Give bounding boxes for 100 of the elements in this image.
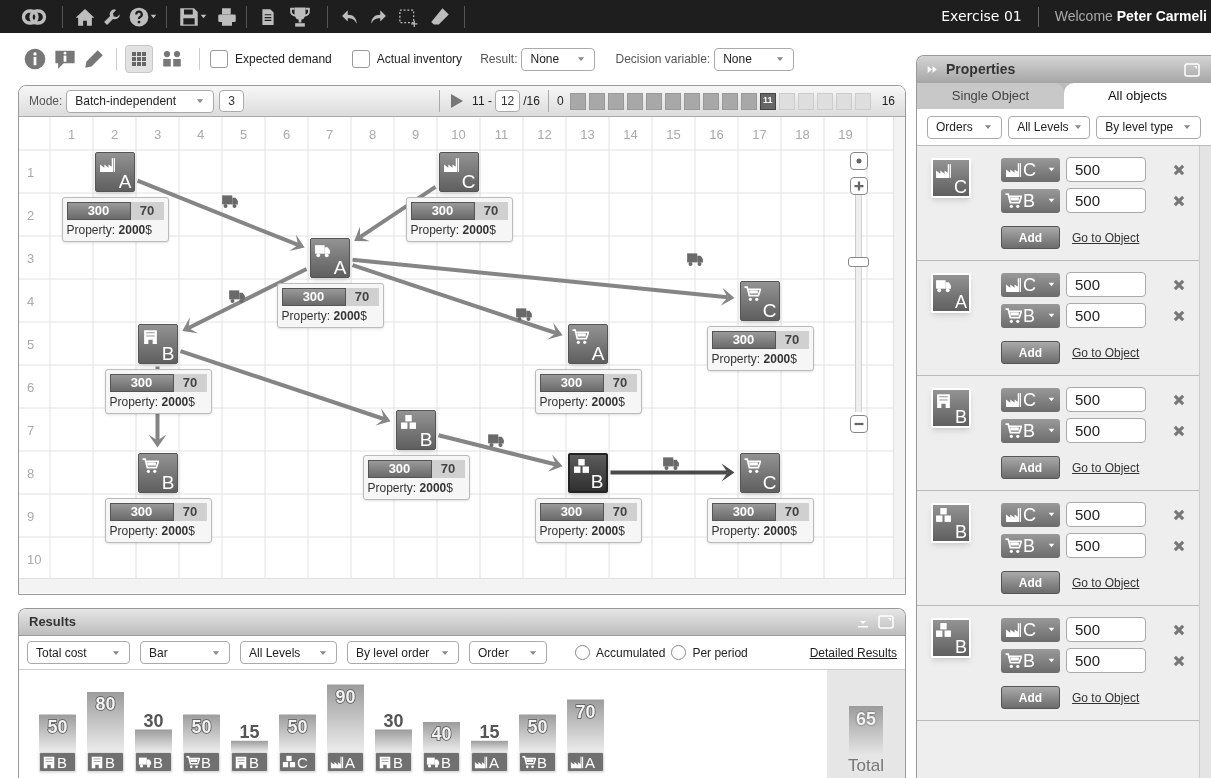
info-icon[interactable] (24, 48, 46, 70)
close-icon[interactable] (1172, 392, 1186, 407)
redo-icon[interactable] (368, 7, 388, 26)
quantity-field[interactable]: 500 (1066, 533, 1146, 558)
order-source-dropdown[interactable]: B (1001, 418, 1060, 443)
checkbox[interactable] (210, 50, 228, 68)
order-source-dropdown[interactable]: B (1001, 533, 1060, 558)
radio-button[interactable] (575, 645, 590, 660)
node-tile[interactable]: C (739, 280, 780, 321)
period-square[interactable] (626, 92, 643, 110)
order-source-dropdown[interactable]: C (1001, 272, 1060, 297)
document-icon[interactable] (259, 6, 277, 27)
object-tile[interactable]: B (931, 388, 971, 428)
add-button[interactable]: Add (1001, 686, 1060, 709)
quantity-field[interactable]: 500 (1066, 188, 1146, 213)
order-source-dropdown[interactable]: C (1001, 157, 1060, 182)
go-to-object-link[interactable]: Go to Object (1072, 228, 1140, 247)
object-tile[interactable]: C (931, 158, 971, 198)
quantity-field[interactable]: 500 (1066, 387, 1146, 412)
close-icon[interactable] (1172, 277, 1186, 292)
home-icon[interactable] (75, 6, 95, 27)
close-icon[interactable] (1172, 162, 1186, 177)
quantity-field[interactable]: 500 (1066, 617, 1146, 642)
order-source-dropdown[interactable]: B (1001, 303, 1060, 328)
period-square[interactable] (721, 92, 738, 110)
dropdown[interactable]: All Levels (1008, 115, 1091, 139)
dropdown[interactable]: Order (469, 641, 547, 664)
period-square[interactable] (588, 92, 605, 110)
checkbox[interactable] (351, 50, 370, 68)
node-tile[interactable]: C (739, 452, 780, 493)
dropdown[interactable]: Total cost (27, 641, 130, 664)
tab[interactable]: All objects (1064, 83, 1211, 109)
step-field[interactable]: 12 (494, 90, 521, 112)
close-icon[interactable] (1172, 423, 1186, 438)
caret-icon[interactable] (199, 12, 208, 21)
trophy-icon[interactable] (289, 5, 311, 28)
quantity-field[interactable]: 500 (1066, 303, 1146, 328)
dropdown[interactable]: Batch-independent (66, 89, 215, 113)
dropdown[interactable]: None (521, 47, 596, 71)
quantity-field[interactable]: 500 (1066, 157, 1146, 182)
quantity-field[interactable]: 500 (1066, 272, 1146, 297)
close-icon[interactable] (1172, 193, 1186, 208)
node-tile[interactable]: B (137, 452, 178, 493)
node-tile[interactable]: C (438, 151, 479, 192)
go-to-object-link[interactable]: Go to Object (1072, 573, 1140, 592)
close-icon[interactable] (1172, 653, 1186, 668)
add-button[interactable]: Add (1001, 341, 1060, 364)
play-icon[interactable] (448, 92, 465, 110)
dropdown[interactable]: By level order (347, 641, 459, 664)
order-source-dropdown[interactable]: B (1001, 648, 1060, 673)
save-icon[interactable] (179, 6, 199, 27)
order-source-dropdown[interactable]: C (1001, 387, 1060, 412)
print-icon[interactable] (216, 6, 238, 27)
add-button[interactable]: Add (1001, 226, 1060, 249)
close-icon[interactable] (1172, 507, 1186, 522)
period-square[interactable] (683, 92, 700, 110)
horizontal-scrollbar[interactable] (19, 578, 905, 593)
zoom-in-button[interactable] (850, 177, 868, 195)
dropdown[interactable]: None (714, 47, 795, 71)
node-tile[interactable]: B (395, 409, 436, 450)
period-square[interactable]: 11 (759, 92, 776, 110)
object-tile[interactable]: B (931, 618, 971, 658)
pencil-icon[interactable] (84, 49, 104, 69)
go-to-object-link[interactable]: Go to Object (1072, 343, 1140, 362)
node-tile[interactable]: A (309, 237, 350, 278)
tab[interactable]: Single Object (917, 83, 1064, 109)
order-source-dropdown[interactable]: C (1001, 617, 1060, 642)
object-tile[interactable]: B (931, 503, 971, 543)
zoom-reset-button[interactable] (850, 152, 868, 170)
period-square[interactable] (664, 92, 681, 110)
order-source-dropdown[interactable]: C (1001, 502, 1060, 527)
close-icon[interactable] (1172, 622, 1186, 637)
vertical-scrollbar[interactable] (1199, 146, 1211, 778)
quantity-field[interactable]: 500 (1066, 502, 1146, 527)
order-source-dropdown[interactable]: B (1001, 188, 1060, 213)
node-tile[interactable]: A (94, 151, 135, 192)
settings-icon[interactable] (103, 7, 121, 26)
object-tile[interactable]: A (931, 273, 971, 313)
period-square[interactable] (740, 92, 757, 110)
period-square[interactable] (645, 92, 662, 110)
zoom-out-button[interactable] (850, 415, 868, 433)
dropdown[interactable]: All Levels (240, 641, 337, 664)
period-square[interactable] (569, 92, 586, 110)
comment-icon[interactable] (54, 48, 76, 70)
close-icon[interactable] (1172, 308, 1186, 323)
quantity-field[interactable]: 500 (1066, 648, 1146, 673)
zoom-slider-thumb[interactable] (848, 257, 869, 267)
batch-size-field[interactable]: 3 (219, 90, 245, 112)
go-to-object-link[interactable]: Go to Object (1072, 688, 1140, 707)
grid-view-button[interactable] (125, 45, 153, 73)
dropdown[interactable]: Orders (927, 115, 1003, 139)
expand-icon[interactable] (927, 64, 938, 75)
caret-icon[interactable] (149, 12, 158, 21)
add-button[interactable]: Add (1001, 571, 1060, 594)
help-icon[interactable] (129, 6, 149, 27)
node-tile[interactable]: B (137, 323, 178, 364)
dropdown[interactable]: Bar (140, 641, 230, 664)
vertical-scrollbar[interactable] (893, 117, 905, 578)
maximize-icon[interactable] (1183, 61, 1201, 78)
node-tile[interactable]: A (567, 323, 608, 364)
